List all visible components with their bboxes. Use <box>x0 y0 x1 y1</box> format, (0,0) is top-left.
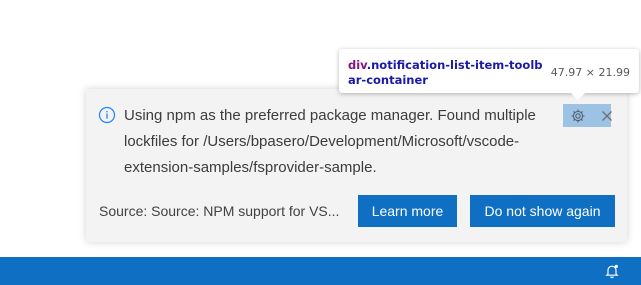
notification-bell-icon[interactable] <box>602 262 622 280</box>
notification-source: Source: Source: NPM support for VS... <box>99 203 340 219</box>
learn-more-button[interactable]: Learn more <box>358 195 457 227</box>
notification-toast: Using npm as the preferred package manag… <box>86 89 627 242</box>
inspector-selector: div.notification-list-item-toolbar-conta… <box>348 58 546 88</box>
info-icon <box>98 106 116 124</box>
gear-icon <box>570 108 586 124</box>
status-bar <box>0 257 641 285</box>
notification-toolbar <box>563 104 622 127</box>
notification-settings-button[interactable] <box>563 104 592 127</box>
inspector-class: .notification-list-item-toolbar-containe… <box>348 58 543 87</box>
notification-message: Using npm as the preferred package manag… <box>124 107 536 176</box>
close-icon <box>601 110 613 122</box>
devtools-inspector-tooltip: div.notification-list-item-toolbar-conta… <box>339 49 639 100</box>
do-not-show-again-button[interactable]: Do not show again <box>470 195 615 227</box>
inspector-tag: div <box>348 58 367 72</box>
notification-close-button[interactable] <box>592 104 621 127</box>
inspector-dimensions: 47.97 × 21.99 <box>550 66 630 79</box>
